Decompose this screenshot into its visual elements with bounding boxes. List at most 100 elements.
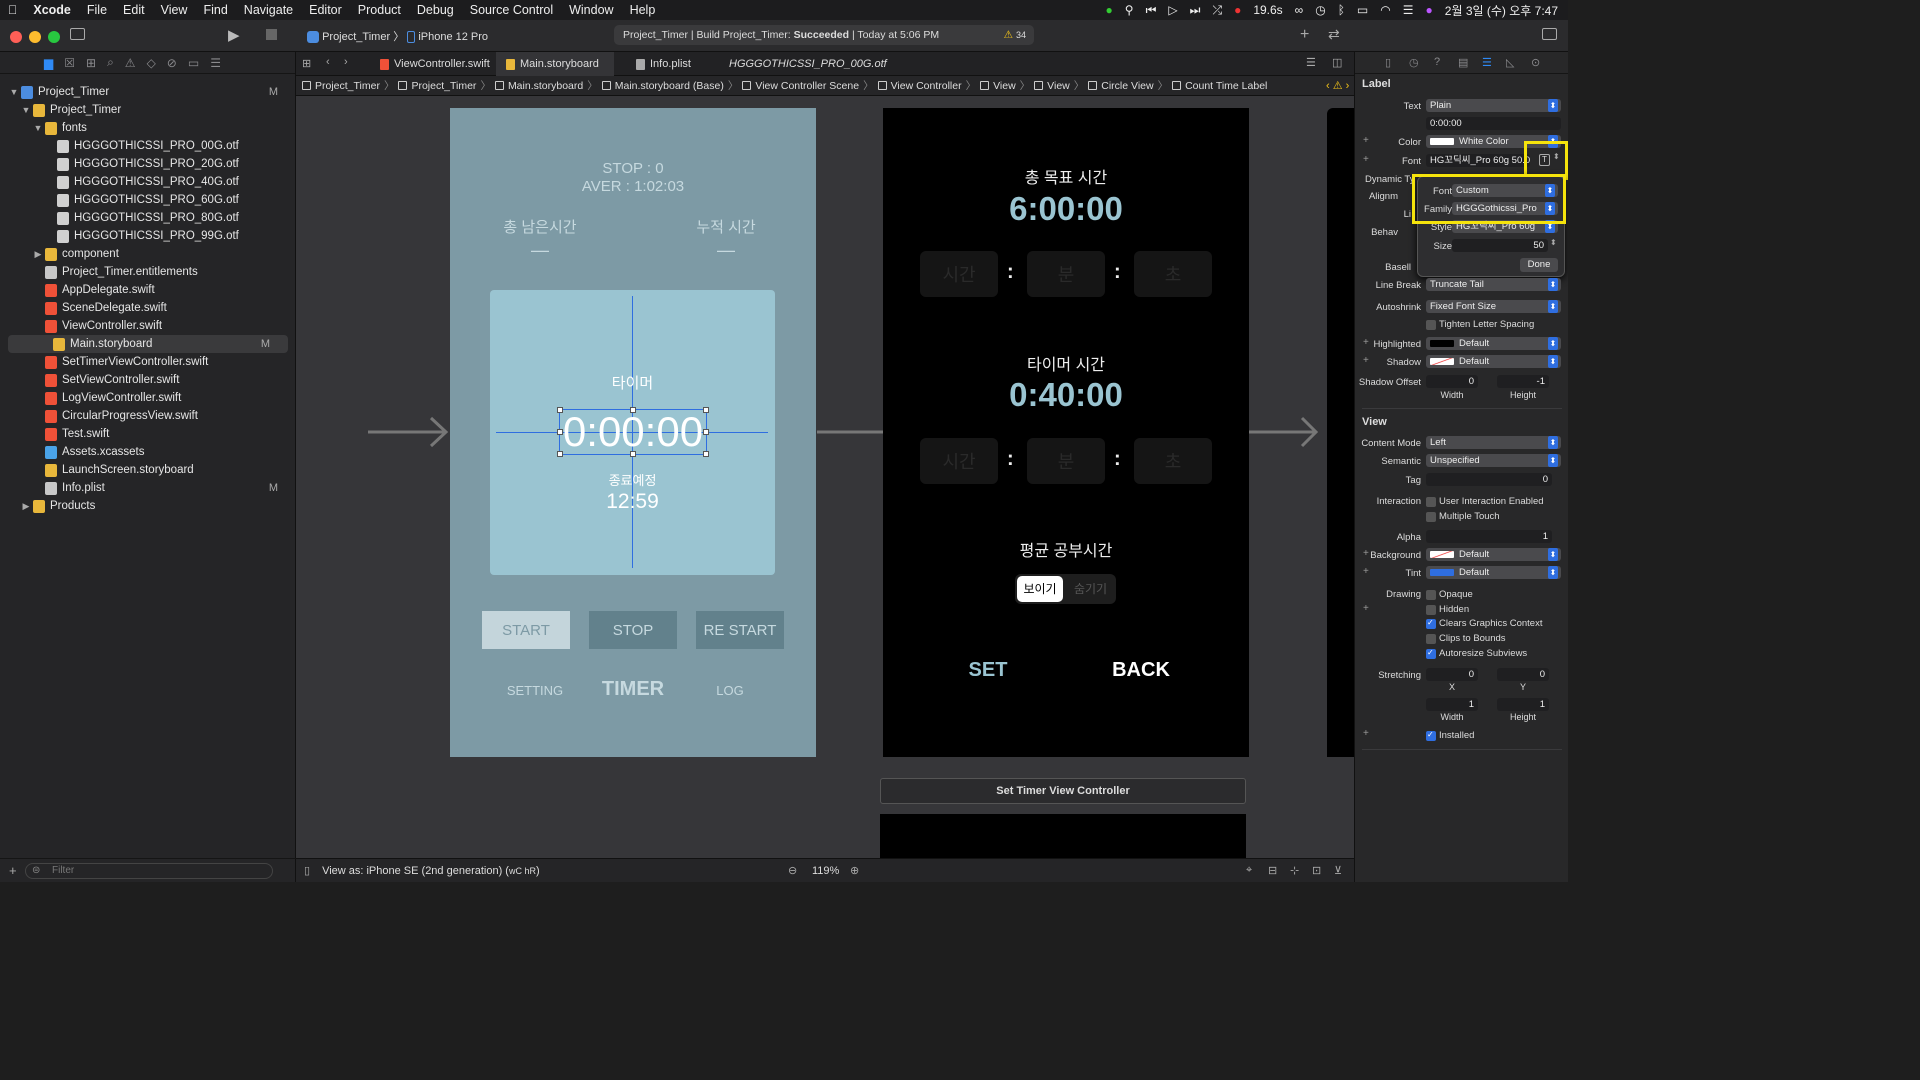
start-button[interactable]: START — [482, 611, 570, 649]
document-outline-icon[interactable]: ▯ — [304, 864, 310, 877]
file-tree-item[interactable]: LogViewController.swift — [0, 389, 296, 407]
editor-options-icon[interactable]: ☰ — [1306, 56, 1316, 69]
resize-handle[interactable] — [630, 451, 636, 457]
file-tree-item[interactable]: CircularProgressView.swift — [0, 407, 296, 425]
tab-info-plist[interactable]: Info.plist — [626, 52, 706, 76]
breakpoint-icon[interactable]: ▭ — [188, 56, 199, 70]
file-tree-item[interactable]: Test.swift — [0, 425, 296, 443]
color-plus-icon[interactable]: + — [1363, 135, 1369, 146]
close-window-button[interactable] — [10, 31, 22, 43]
set-button[interactable]: SET — [953, 659, 1023, 682]
resolve-icon[interactable]: ⊻ — [1334, 864, 1342, 877]
wifi-icon[interactable]: ◠ — [1380, 3, 1390, 17]
zoom-level[interactable]: 119% — [812, 865, 839, 877]
breadcrumb-item[interactable]: Main.storyboard (Base) — [615, 80, 724, 92]
tab-font-file[interactable]: HGGGOTHICSSI_PRO_00G.otf — [714, 52, 887, 76]
view-controller-scene[interactable]: STOP : 0 AVER : 1:02:03 총 남은시간 — 누적 시간 —… — [450, 108, 816, 757]
tab-setting[interactable]: SETTING — [490, 683, 580, 698]
popover-size-stepper[interactable]: ⬍ — [1550, 238, 1557, 247]
back-chevron-icon[interactable]: ‹ — [326, 56, 330, 68]
file-tree-item[interactable]: HGGGOTHICSSI_PRO_20G.otf — [0, 155, 296, 173]
background-popup[interactable]: Default — [1426, 548, 1561, 561]
popover-done-button[interactable]: Done — [1520, 258, 1558, 272]
shadow-width-field[interactable]: 0 — [1426, 375, 1478, 388]
timer-hour-input[interactable]: 시간 — [920, 438, 998, 484]
font-field[interactable]: HG꼬딕씨_Pro 60g 50.0 — [1426, 154, 1530, 167]
shadow-plus-icon[interactable]: + — [1363, 355, 1369, 366]
clears-graphics-checkbox[interactable] — [1426, 618, 1436, 629]
filter-input[interactable]: ⊜ Filter — [25, 863, 273, 879]
tighten-checkbox[interactable] — [1426, 320, 1436, 330]
file-tree-item[interactable]: AppDelegate.swift — [0, 281, 296, 299]
activity-status[interactable]: Project_Timer | Build Project_Timer: Suc… — [614, 25, 1034, 45]
stretch-height-field[interactable]: 1 — [1497, 698, 1549, 711]
connections-inspector-icon[interactable]: ⊙ — [1531, 56, 1540, 69]
autoshrink-popup[interactable]: Fixed Font Size — [1426, 300, 1561, 313]
highlighted-popup[interactable]: Default — [1426, 337, 1561, 350]
menu-find[interactable]: Find — [195, 3, 235, 17]
help-inspector-icon[interactable]: ? — [1434, 56, 1440, 68]
segment-show[interactable]: 보이기 — [1017, 576, 1063, 602]
scheme-selector[interactable]: Project_Timer 〉 iPhone 12 Pro — [307, 28, 488, 44]
count-time-label[interactable]: 0:00:00 — [557, 407, 709, 457]
file-tree-item[interactable]: HGGGOTHICSSI_PRO_99G.otf — [0, 227, 296, 245]
file-tree-item[interactable]: SetTimerViewController.swift — [0, 353, 296, 371]
file-tree-item[interactable]: SetViewController.swift — [0, 371, 296, 389]
tint-popup[interactable]: Default — [1426, 566, 1561, 579]
stop-button[interactable] — [266, 29, 277, 40]
menu-app-name[interactable]: Xcode — [25, 3, 79, 17]
status-running-icon[interactable]: ● — [1106, 3, 1113, 17]
file-tree-item[interactable]: HGGGOTHICSSI_PRO_80G.otf — [0, 209, 296, 227]
pin-icon[interactable]: ⊡ — [1312, 864, 1321, 877]
shadow-height-field[interactable]: -1 — [1497, 375, 1549, 388]
highlighted-plus-icon[interactable]: + — [1363, 337, 1369, 348]
resize-handle[interactable] — [557, 407, 563, 413]
zoom-out-icon[interactable]: ⊖ — [788, 864, 797, 877]
disclosure-open-icon[interactable]: ▼ — [20, 105, 32, 115]
source-control-icon[interactable]: ☒ — [64, 56, 75, 70]
tint-plus-icon[interactable]: + — [1363, 566, 1369, 577]
user-interaction-checkbox[interactable] — [1426, 497, 1436, 507]
symbol-icon[interactable]: ⊞ — [86, 56, 96, 70]
alpha-field[interactable]: 1 — [1426, 530, 1552, 543]
menu-product[interactable]: Product — [350, 3, 409, 17]
notification-icon[interactable]: ● — [1234, 3, 1241, 17]
line-break-popup[interactable]: Truncate Tail — [1426, 278, 1561, 291]
issue-warning-icon[interactable]: ‹ ⚠ › — [1326, 79, 1349, 92]
file-tree-item[interactable]: LaunchScreen.storyboard — [0, 461, 296, 479]
menu-window[interactable]: Window — [561, 3, 621, 17]
add-file-icon[interactable]: + — [9, 863, 17, 878]
disclosure-open-icon[interactable]: ▼ — [32, 123, 44, 133]
menubar-clock[interactable]: 2월 3일 (수) 오후 7:47 — [1445, 2, 1558, 19]
installed-checkbox[interactable] — [1426, 730, 1436, 741]
menu-view[interactable]: View — [153, 3, 196, 17]
bluetooth-icon[interactable]: ᛒ — [1338, 3, 1345, 17]
tab-main-storyboard[interactable]: Main.storyboard — [496, 52, 614, 76]
breadcrumb-item[interactable]: Project_Timer — [315, 80, 380, 92]
file-tree-item[interactable]: Main.storyboard M — [8, 335, 288, 353]
run-destination-icon[interactable]: ⚲ — [1125, 3, 1134, 17]
zoom-window-button[interactable] — [48, 31, 60, 43]
file-tree-item[interactable]: HGGGOTHICSSI_PRO_60G.otf — [0, 191, 296, 209]
resize-handle[interactable] — [703, 451, 709, 457]
file-tree-item[interactable]: ▶ Products — [0, 497, 296, 515]
multiple-touch-checkbox[interactable] — [1426, 512, 1436, 522]
breadcrumb-item[interactable]: View — [1047, 80, 1070, 92]
code-review-icon[interactable]: ⇄ — [1328, 26, 1340, 43]
breadcrumb-item[interactable]: View Controller Scene — [755, 80, 859, 92]
breadcrumb-item[interactable]: View Controller — [891, 80, 962, 92]
media-forward-icon[interactable]: ⏭ — [1190, 3, 1201, 18]
resize-handle[interactable] — [703, 407, 709, 413]
file-tree-item[interactable]: ▶ component — [0, 245, 296, 263]
goal-second-input[interactable]: 초 — [1134, 251, 1212, 297]
file-tree-item[interactable]: HGGGOTHICSSI_PRO_00G.otf — [0, 137, 296, 155]
hidden-plus-icon[interactable]: + — [1363, 603, 1369, 614]
update-frames-icon[interactable]: ⌖ — [1246, 864, 1252, 877]
breadcrumb-item[interactable]: Main.storyboard — [508, 80, 583, 92]
menu-edit[interactable]: Edit — [115, 3, 153, 17]
tag-field[interactable]: 0 — [1426, 473, 1552, 486]
storyboard-canvas[interactable]: STOP : 0 AVER : 1:02:03 총 남은시간 — 누적 시간 —… — [296, 96, 1354, 858]
background-plus-icon[interactable]: + — [1363, 548, 1369, 559]
stretch-width-field[interactable]: 1 — [1426, 698, 1478, 711]
menu-navigate[interactable]: Navigate — [236, 3, 301, 17]
